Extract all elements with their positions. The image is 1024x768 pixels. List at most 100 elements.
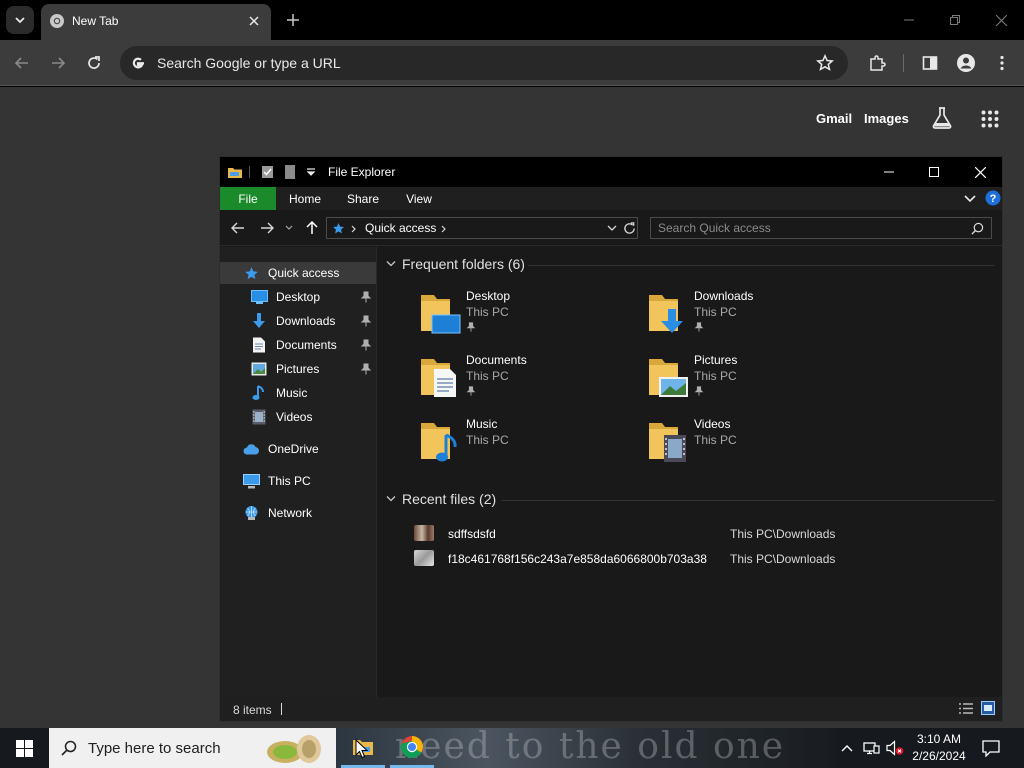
tab-search-button[interactable]	[6, 6, 34, 34]
close-icon	[995, 14, 1007, 26]
sidebar-item-network[interactable]: Network	[242, 502, 376, 524]
pin-icon[interactable]	[360, 291, 372, 303]
folder-tile-music[interactable]: Music This PC	[420, 417, 640, 477]
images-link[interactable]: Images	[864, 111, 909, 126]
search-icon	[61, 740, 77, 756]
explorer-close-button[interactable]	[958, 160, 1002, 184]
pistachio-doodle-icon[interactable]	[263, 730, 325, 766]
item-count: 8 items	[233, 703, 272, 717]
chevron-down-icon	[15, 17, 25, 24]
properties-icon[interactable]	[260, 164, 276, 180]
explorer-back-button[interactable]	[229, 220, 247, 236]
explorer-forward-button[interactable]	[258, 220, 276, 236]
sidebar-item-videos[interactable]: Videos	[250, 406, 376, 428]
folder-tile-pictures[interactable]: Pictures This PC	[648, 353, 868, 413]
extensions-button[interactable]	[866, 52, 888, 74]
chevron-down-icon[interactable]	[607, 225, 617, 232]
folder-tile-downloads[interactable]: Downloads This PC	[648, 289, 868, 349]
new-tab-button[interactable]	[283, 10, 303, 30]
frequent-folders-title: Frequent folders (6)	[402, 256, 525, 272]
file-name: f18c461768f156c243a7e858da6066800b703a38	[448, 552, 707, 566]
folder-tile-documents[interactable]: Documents This PC	[420, 353, 640, 413]
arrow-right-icon	[261, 222, 274, 234]
details-view-icon[interactable]	[958, 702, 974, 715]
apps-grid-icon[interactable]	[981, 110, 999, 128]
taskbar-chrome[interactable]	[390, 728, 434, 768]
volume-button[interactable]	[886, 739, 904, 757]
browser-toolbar: Search Google or type a URL	[0, 40, 1024, 86]
profile-button[interactable]	[955, 52, 977, 74]
omnibox[interactable]: Search Google or type a URL	[120, 46, 848, 80]
folder-tile-videos[interactable]: Videos This PC	[648, 417, 868, 477]
sidebar-item-this-pc[interactable]: This PC	[242, 470, 376, 492]
ribbon-tab-share[interactable]: Share	[340, 187, 386, 210]
tab-close-button[interactable]	[245, 12, 263, 30]
expand-ribbon-icon[interactable]	[964, 194, 976, 204]
pin-icon[interactable]	[360, 339, 372, 351]
minimize-icon	[884, 171, 894, 173]
browser-minimize-button[interactable]	[896, 8, 922, 32]
desktop-icon	[250, 289, 268, 305]
reload-button[interactable]	[83, 52, 105, 74]
sidebar-item-label: Documents	[276, 338, 337, 352]
labs-flask-icon[interactable]	[931, 106, 953, 130]
recent-locations-button[interactable]	[283, 220, 295, 236]
status-separator	[281, 703, 282, 715]
forward-button[interactable]	[47, 52, 69, 74]
explorer-search-input[interactable]: Search Quick access	[650, 217, 992, 239]
browser-menu-button[interactable]	[991, 52, 1013, 74]
clock-time[interactable]: 3:10 AM	[915, 732, 963, 746]
sidebar-item-label: Pictures	[276, 362, 320, 376]
large-icons-view-icon[interactable]	[981, 701, 995, 715]
refresh-icon[interactable]	[623, 222, 636, 235]
chevron-right-icon[interactable]	[441, 225, 447, 233]
folder-tile-desktop[interactable]: Desktop This PC	[420, 289, 640, 349]
recent-files-header[interactable]: Recent files (2)	[386, 491, 496, 507]
sidebar-item-desktop[interactable]: Desktop	[250, 286, 376, 308]
network-status-button[interactable]	[862, 739, 880, 757]
ribbon-tab-file[interactable]: File	[220, 187, 276, 210]
new-folder-icon[interactable]	[282, 164, 298, 180]
pin-icon[interactable]	[360, 363, 372, 375]
arrow-up-icon	[306, 221, 318, 234]
explorer-maximize-button[interactable]	[912, 160, 956, 184]
start-button[interactable]	[0, 728, 48, 768]
chevron-down-icon	[386, 261, 396, 267]
browser-close-button[interactable]	[988, 8, 1014, 32]
chevron-down-icon	[285, 225, 293, 230]
ribbon-tab-view[interactable]: View	[396, 187, 442, 210]
side-panel-button[interactable]	[919, 52, 941, 74]
frequent-folders-header[interactable]: Frequent folders (6)	[386, 256, 525, 272]
star-outline-icon[interactable]	[816, 54, 834, 72]
file-location: This PC\Downloads	[730, 527, 836, 541]
browser-restore-button[interactable]	[942, 8, 968, 32]
help-icon[interactable]: ?	[985, 190, 1001, 206]
customize-qat-icon[interactable]	[303, 164, 319, 180]
sidebar-item-quick-access[interactable]: Quick access	[220, 262, 376, 284]
gmail-link[interactable]: Gmail	[816, 111, 852, 126]
explorer-minimize-button[interactable]	[867, 160, 911, 184]
clock-date[interactable]: 2/26/2024	[909, 749, 969, 763]
sidebar-item-label: This PC	[268, 474, 311, 488]
sidebar-item-label: OneDrive	[268, 442, 319, 456]
sidebar-item-label: Network	[268, 506, 313, 520]
taskbar-search-box[interactable]: Type here to search	[49, 728, 336, 768]
recent-file-row[interactable]: sdffsdsfd This PC\Downloads	[414, 523, 994, 545]
ribbon-tab-home[interactable]: Home	[282, 187, 328, 210]
tab-new-tab[interactable]: New Tab	[41, 4, 271, 40]
up-button[interactable]	[303, 220, 321, 236]
address-bar[interactable]: Quick access	[326, 217, 638, 239]
sidebar-item-downloads[interactable]: Downloads	[250, 310, 376, 332]
back-button[interactable]	[11, 52, 33, 74]
show-hidden-icons-button[interactable]	[838, 739, 856, 757]
recent-file-row[interactable]: f18c461768f156c243a7e858da6066800b703a38…	[414, 548, 994, 570]
sidebar-item-pictures[interactable]: Pictures	[250, 358, 376, 380]
folder-location: This PC	[694, 369, 737, 383]
sidebar-item-onedrive[interactable]: OneDrive	[242, 438, 376, 460]
minimize-icon	[904, 19, 914, 21]
sidebar-item-music[interactable]: Music	[250, 382, 376, 404]
music-folder-icon	[421, 423, 457, 462]
action-center-button[interactable]	[982, 739, 1000, 757]
sidebar-item-documents[interactable]: Documents	[250, 334, 376, 356]
pin-icon[interactable]	[360, 315, 372, 327]
